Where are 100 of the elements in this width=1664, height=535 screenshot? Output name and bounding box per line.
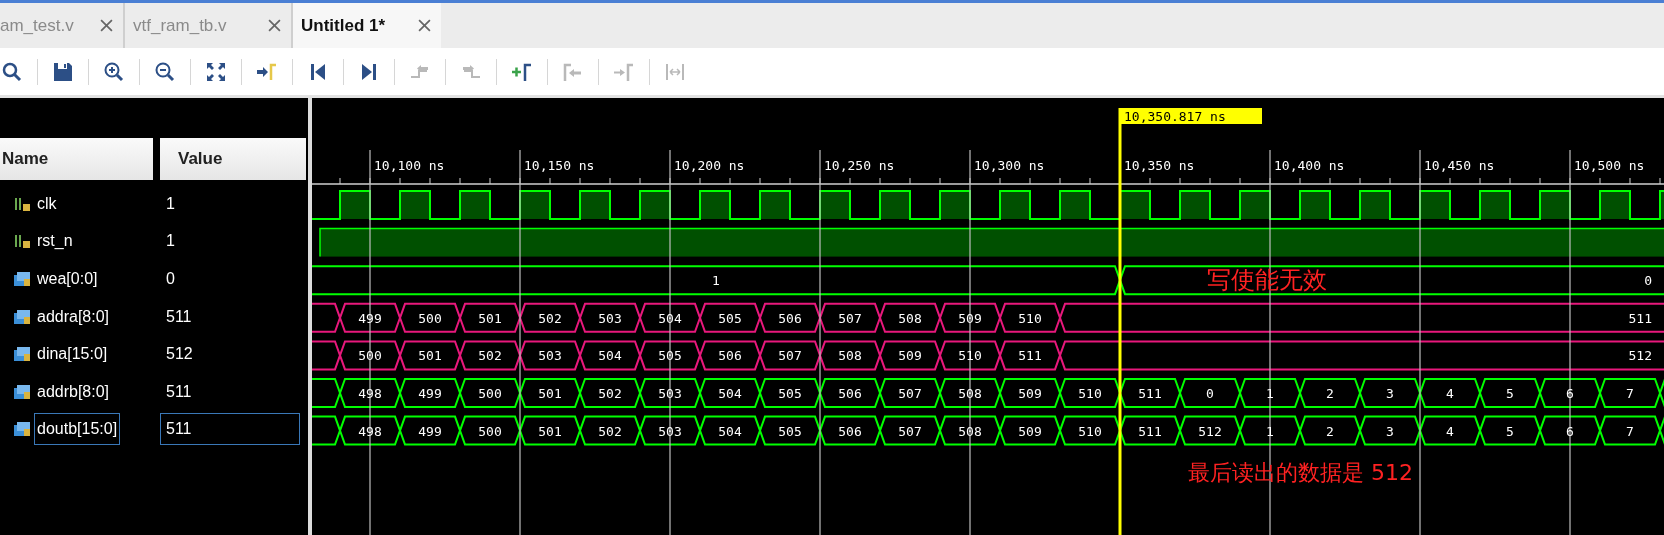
waveform-value: 503: [538, 348, 562, 364]
waveform-value: 510: [958, 348, 982, 364]
waveform-value: 499: [418, 386, 442, 401]
waveform-value: 5: [1506, 386, 1514, 401]
time-tick-label: 10,300 ns: [974, 158, 1045, 173]
waveform-value: 502: [598, 386, 622, 401]
waveform-value: 498: [358, 423, 382, 439]
waveform-value: 1: [1266, 386, 1274, 401]
bit-signal-icon: [13, 195, 31, 212]
waveform-value: 506: [838, 386, 862, 401]
waveform-value: 504: [598, 348, 622, 364]
waveform-value: 506: [778, 310, 802, 326]
waveform-value: 3: [1386, 423, 1394, 439]
signal-name[interactable]: rst_n: [34, 225, 76, 258]
waveform-value: 503: [598, 310, 622, 326]
waveform-value: 7: [1626, 423, 1634, 439]
waveform-value: 2: [1326, 386, 1334, 401]
signal-name[interactable]: wea[0:0]: [34, 263, 101, 295]
signal-value: 511: [165, 381, 193, 402]
waveform-value: 504: [718, 386, 742, 401]
waveform-value: 500: [478, 386, 502, 401]
waveform-value: 2: [1326, 423, 1334, 439]
waveform-value: 502: [478, 348, 502, 364]
close-icon[interactable]: [100, 19, 113, 32]
signal-name[interactable]: addrb[8:0]: [34, 375, 113, 408]
close-icon[interactable]: [268, 19, 281, 32]
column-header[interactable]: Name: [0, 138, 153, 180]
waveform-value: 507: [898, 423, 922, 439]
waveform-value: 4: [1446, 386, 1454, 401]
waveform-value: 511: [1018, 348, 1042, 364]
waveform-value: 0: [1644, 273, 1652, 289]
waveform-value: 7: [1626, 386, 1634, 401]
waveform-value: 3: [1386, 386, 1394, 401]
time-tick-label: 10,250 ns: [824, 158, 895, 173]
waveform-value: 512: [1628, 348, 1652, 364]
waveform-value: 504: [718, 423, 742, 439]
signal-value: 511: [160, 413, 300, 446]
signal-name[interactable]: clk: [34, 187, 60, 220]
column-header[interactable]: Value: [160, 138, 306, 180]
time-tick-label: 10,200 ns: [674, 158, 745, 173]
waveform-value: 6: [1566, 423, 1574, 439]
waveform-value: 508: [898, 310, 922, 326]
cursor-line[interactable]: [1118, 108, 1122, 535]
waveform-value: 511: [1628, 310, 1652, 326]
waveform-value: 506: [718, 348, 742, 364]
signal-name[interactable]: doutb[15:0]: [34, 413, 121, 446]
waveform-value: 510: [1078, 423, 1102, 439]
waveform-value: 502: [598, 423, 622, 439]
waveform-value: 509: [958, 310, 982, 326]
waveform-value: 507: [778, 348, 802, 364]
time-tick-label: 10,150 ns: [524, 158, 595, 173]
waveform-value: 6: [1566, 386, 1574, 401]
annotation-text: 写使能无效: [1207, 266, 1327, 294]
waveform-value: 0: [1206, 386, 1214, 401]
waveform-value: 503: [658, 423, 682, 439]
waveform-value: 4: [1446, 423, 1454, 439]
bus-signal-icon: [13, 383, 31, 400]
signal-value: 511: [165, 306, 193, 327]
waveform-value: 507: [898, 386, 922, 401]
waveform-value: 508: [838, 348, 862, 364]
time-tick-label: 10,450 ns: [1424, 158, 1495, 173]
waveform-value: 505: [778, 423, 802, 439]
waveform-value: 505: [718, 310, 742, 326]
tab[interactable]: Untitled 1*: [293, 3, 441, 48]
waveform-value: 511: [1138, 386, 1162, 401]
waveform-value: 501: [538, 386, 562, 401]
waveform-value: 5: [1506, 423, 1514, 439]
time-tick-label: 10,500 ns: [1574, 158, 1645, 173]
waveform-value: 507: [838, 310, 862, 326]
time-tick-label: 10,400 ns: [1274, 158, 1345, 173]
cursor-time-label: 10,350.817 ns: [1120, 108, 1262, 124]
bus-signal-icon: [13, 308, 31, 325]
waveform-value: 501: [478, 310, 502, 326]
waveform-value: 501: [418, 348, 442, 364]
waveform-value: 509: [1018, 423, 1042, 439]
waveform-value: 511: [1138, 423, 1162, 439]
waveform-value: 510: [1078, 386, 1102, 401]
waveform-value: 500: [478, 423, 502, 439]
waveform-value: 500: [358, 348, 382, 364]
waveform-value: 510: [1018, 310, 1042, 326]
signal-value: 512: [165, 344, 194, 365]
bit-signal-icon: [13, 233, 31, 250]
waveform-value: 509: [1018, 386, 1042, 401]
waveform-value: 503: [658, 386, 682, 401]
waveform-value: 499: [358, 310, 382, 326]
waveform-value: 505: [778, 386, 802, 401]
waveform-value: 500: [418, 310, 442, 326]
waveform-value: 508: [958, 386, 982, 401]
bus-signal-icon: [13, 346, 31, 363]
signal-name[interactable]: dina[15:0]: [34, 338, 111, 371]
signal-name[interactable]: addra[8:0]: [34, 300, 113, 333]
waveform-value: 505: [658, 348, 682, 364]
waveform-value: 499: [418, 423, 442, 439]
signal-value: 1: [165, 193, 176, 214]
annotation-text: 最后读出的数据是 512: [1188, 460, 1413, 485]
close-icon[interactable]: [418, 19, 431, 32]
waveform-value: 506: [838, 423, 862, 439]
bus-signal-icon: [13, 271, 31, 287]
waveform-value: 501: [538, 423, 562, 439]
waveform-value: 502: [538, 310, 562, 326]
